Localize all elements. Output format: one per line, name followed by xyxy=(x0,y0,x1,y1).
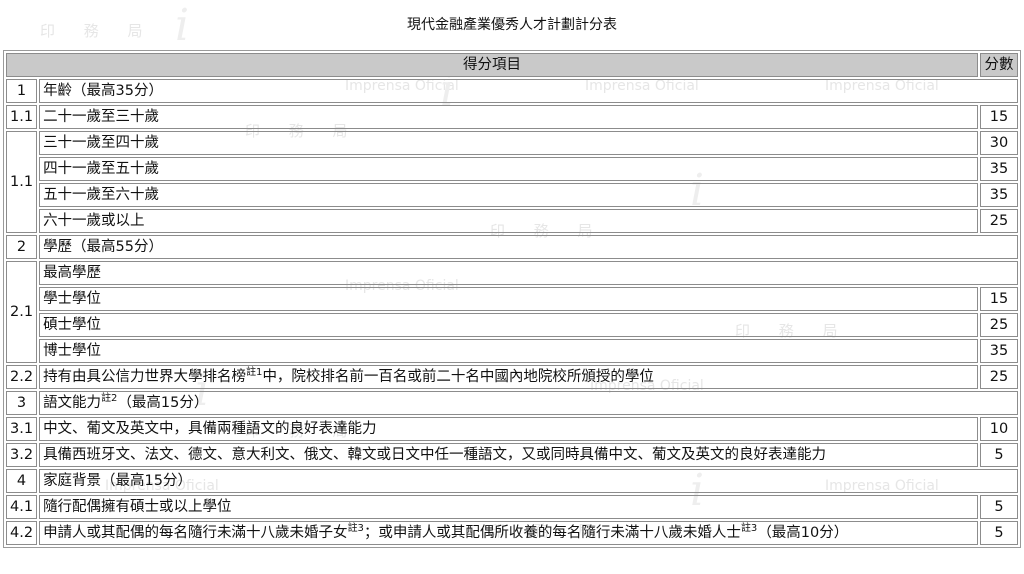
table-row: 2.2 持有由具公信力世界大學排名榜註1中，院校排名前一百名或前二十名中國內地院… xyxy=(6,365,1018,389)
table-row: 4.1 隨行配偶擁有碩士或以上學位 5 xyxy=(6,495,1018,519)
label-text: 語文能力 xyxy=(43,395,102,411)
section-row: 1 年齡（最高35分） xyxy=(6,79,1018,103)
section-row: 2 學歷（最高55分） xyxy=(6,235,1018,259)
label-text: 申請人或其配偶的每名隨行未滿十八歲未婚子女 xyxy=(43,525,348,541)
score-table: 得分項目 分數 1 年齡（最高35分） 1.1 二十一歲至三十歲 15 1.1 … xyxy=(3,50,1021,548)
item-number: 3.1 xyxy=(6,417,38,441)
table-row: 五十一歲至六十歲 35 xyxy=(6,183,1018,207)
footnote-ref: 註3 xyxy=(740,523,758,535)
item-label: 具備西班牙文、法文、德文、意大利文、俄文、韓文或日文中任一種語文，又或同時具備中… xyxy=(39,443,978,467)
item-score: 35 xyxy=(980,339,1018,363)
table-row: 學士學位 15 xyxy=(6,287,1018,311)
section-number: 4 xyxy=(6,469,38,493)
item-label: 三十一歲至四十歲 xyxy=(39,131,978,155)
table-row: 四十一歲至五十歲 35 xyxy=(6,157,1018,181)
item-label: 最高學歷 xyxy=(39,261,1018,285)
item-number: 2.1 xyxy=(6,261,38,363)
item-score: 15 xyxy=(980,287,1018,311)
item-score: 35 xyxy=(980,157,1018,181)
item-score: 5 xyxy=(980,521,1018,545)
item-label: 博士學位 xyxy=(39,339,978,363)
section-number: 1 xyxy=(6,79,38,103)
section-number: 2 xyxy=(6,235,38,259)
item-score: 25 xyxy=(980,313,1018,337)
table-row: 碩士學位 25 xyxy=(6,313,1018,337)
section-row: 3 語文能力註2（最高15分） xyxy=(6,391,1018,415)
label-text: 中，院校排名前一百名或前二十名中國內地院校所頒授的學位 xyxy=(262,369,654,385)
page-title: 現代金融產業優秀人才計劃計分表 xyxy=(407,17,617,33)
section-number: 3 xyxy=(6,391,38,415)
item-number: 1.1 xyxy=(6,105,38,129)
table-header-row: 得分項目 分數 xyxy=(6,53,1018,77)
item-number: 4.1 xyxy=(6,495,38,519)
item-score: 25 xyxy=(980,209,1018,233)
item-number: 2.2 xyxy=(6,365,38,389)
table-row: 2.1 最高學歷 xyxy=(6,261,1018,363)
item-score: 5 xyxy=(980,495,1018,519)
item-number: 1.1 xyxy=(6,131,38,233)
item-label: 申請人或其配偶的每名隨行未滿十八歲未婚子女註3；或申請人或其配偶所收養的每名隨行… xyxy=(39,521,978,545)
item-label: 隨行配偶擁有碩士或以上學位 xyxy=(39,495,978,519)
item-number: 3.2 xyxy=(6,443,38,467)
table-row: 4.2 申請人或其配偶的每名隨行未滿十八歲未婚子女註3；或申請人或其配偶所收養的… xyxy=(6,521,1018,545)
table-row: 博士學位 35 xyxy=(6,339,1018,363)
label-text: （最高10分） xyxy=(757,525,849,541)
item-score: 30 xyxy=(980,131,1018,155)
table-row: 1.1 二十一歲至三十歲 15 xyxy=(6,105,1018,129)
item-score: 25 xyxy=(980,365,1018,389)
section-label: 語文能力註2（最高15分） xyxy=(39,391,1018,415)
section-row: 4 家庭背景（最高15分） xyxy=(6,469,1018,493)
header-item: 得分項目 xyxy=(6,53,978,77)
item-label: 四十一歲至五十歲 xyxy=(39,157,978,181)
section-label: 學歷（最高55分） xyxy=(39,235,1018,259)
item-label: 持有由具公信力世界大學排名榜註1中，院校排名前一百名或前二十名中國內地院校所頒授… xyxy=(39,365,978,389)
item-score: 10 xyxy=(980,417,1018,441)
item-label: 學士學位 xyxy=(39,287,978,311)
item-label: 中文、葡文及英文中，具備兩種語文的良好表達能力 xyxy=(39,417,978,441)
table-row: 六十一歲或以上 25 xyxy=(6,209,1018,233)
item-score: 5 xyxy=(980,443,1018,467)
table-row: 1.1 三十一歲至四十歲 30 xyxy=(6,131,1018,233)
footnote-ref: 註1 xyxy=(246,367,263,379)
item-label: 碩士學位 xyxy=(39,313,978,337)
footnote-ref: 註3 xyxy=(347,523,364,535)
section-label: 家庭背景（最高15分） xyxy=(39,469,1018,493)
header-score: 分數 xyxy=(980,53,1018,77)
footnote-ref: 註2 xyxy=(101,393,118,405)
item-label: 五十一歲至六十歲 xyxy=(39,183,978,207)
label-text: 持有由具公信力世界大學排名榜 xyxy=(43,369,247,385)
label-text: ；或申請人或其配偶所收養的每名隨行未滿十八歲未婚人士 xyxy=(363,525,741,541)
item-label: 二十一歲至三十歲 xyxy=(39,105,978,129)
section-label: 年齡（最高35分） xyxy=(39,79,1018,103)
item-label: 六十一歲或以上 xyxy=(39,209,978,233)
label-text: （最高15分） xyxy=(117,395,209,411)
item-number: 4.2 xyxy=(6,521,38,545)
table-row: 3.1 中文、葡文及英文中，具備兩種語文的良好表達能力 10 xyxy=(6,417,1018,441)
table-row: 3.2 具備西班牙文、法文、德文、意大利文、俄文、韓文或日文中任一種語文，又或同… xyxy=(6,443,1018,467)
item-score: 35 xyxy=(980,183,1018,207)
item-score: 15 xyxy=(980,105,1018,129)
